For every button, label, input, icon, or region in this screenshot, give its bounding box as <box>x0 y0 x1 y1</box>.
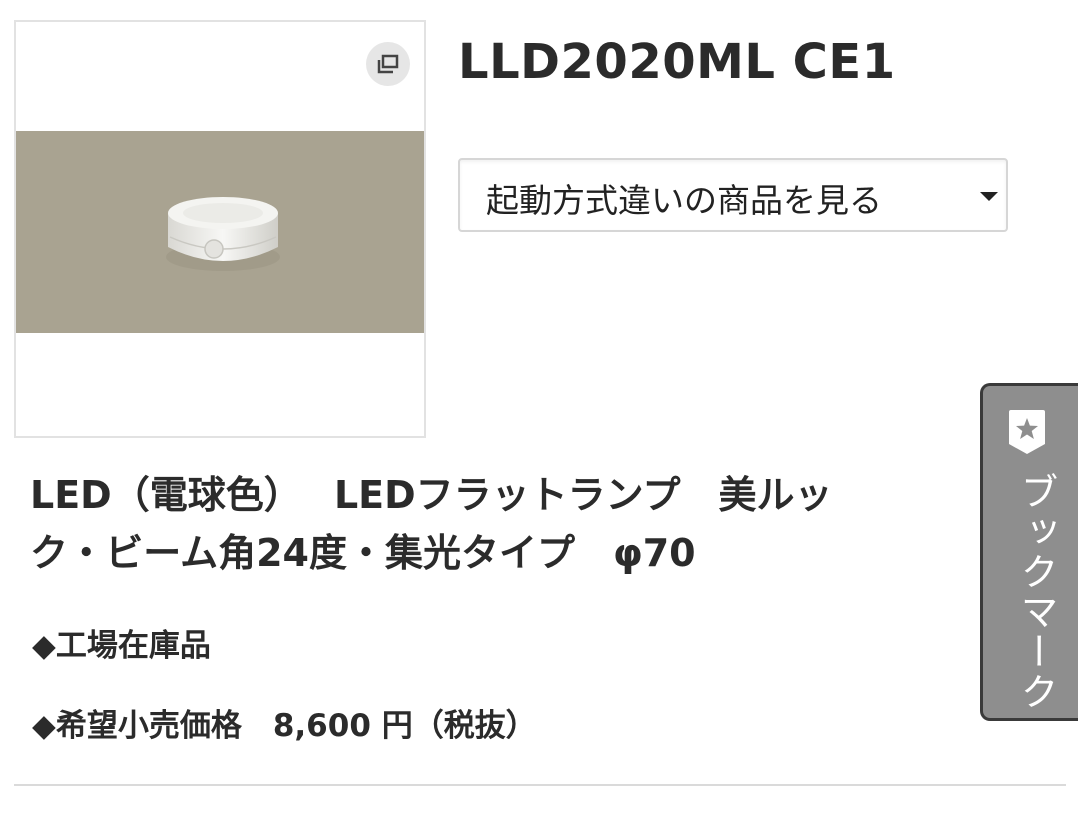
product-name-line-2: ク・ビーム角24度・集光タイプ φ70 <box>30 531 696 575</box>
bookmark-star-icon <box>1009 410 1045 454</box>
product-name-line-1: LED（電球色） LEDフラットランプ 美ルッ <box>30 473 833 517</box>
retail-price: ◆希望小売価格 8,600 円（税抜） <box>32 708 537 744</box>
divider <box>14 784 1066 786</box>
bookmark-label: ブックマーク <box>1014 472 1058 712</box>
enlarge-icon <box>377 54 399 74</box>
variant-select-value: 起動方式違いの商品を見る <box>486 181 882 220</box>
chevron-down-icon <box>980 192 998 201</box>
variant-select[interactable]: 起動方式違いの商品を見る <box>458 158 1008 232</box>
product-image-box <box>14 20 426 438</box>
stock-status: ◆工場在庫品 <box>32 628 211 664</box>
enlarge-image-button[interactable] <box>366 42 410 86</box>
product-code: LLD2020ML CE1 <box>458 34 896 90</box>
product-page: LLD2020ML CE1 起動方式違いの商品を見る LED（電球色） LEDフ… <box>0 0 1080 829</box>
product-name: LED（電球色） LEDフラットランプ 美ルッ ク・ビーム角24度・集光タイプ … <box>30 466 990 586</box>
bookmark-button[interactable]: ブックマーク <box>980 383 1078 721</box>
lamp-illustration <box>166 197 280 271</box>
product-image <box>16 131 424 333</box>
